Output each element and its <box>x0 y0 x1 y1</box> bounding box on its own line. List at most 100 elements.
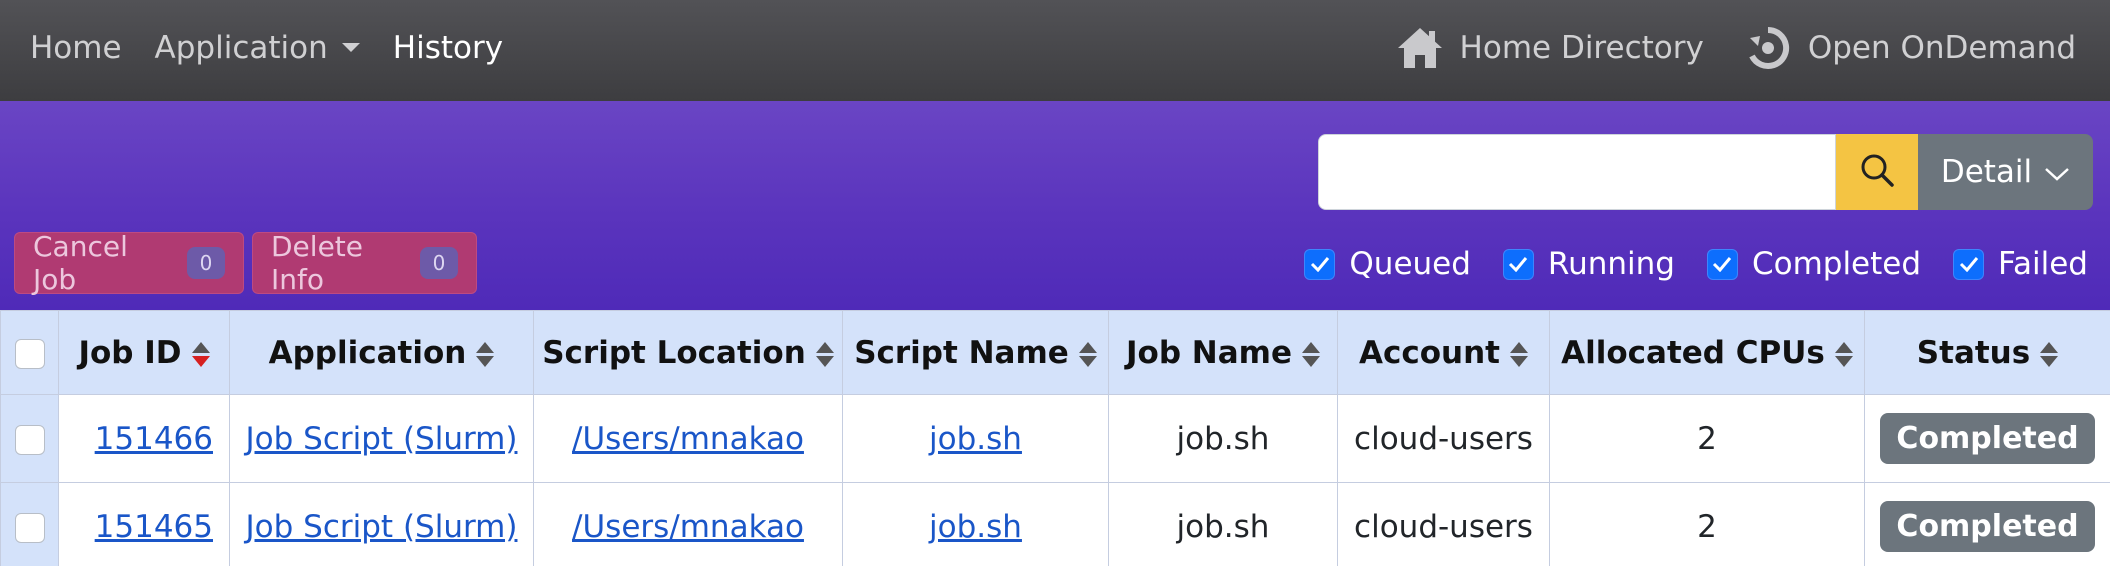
nav-application-label: Application <box>154 29 328 66</box>
script-name-cell: job.sh <box>842 482 1109 566</box>
job-id-link[interactable]: 151466 <box>95 421 213 457</box>
select-all-header <box>0 310 59 395</box>
col-label: Job ID <box>78 334 182 371</box>
top-navbar: Home Application History Home Directory … <box>0 0 2110 101</box>
home-directory-link[interactable]: Home Directory <box>1396 24 1704 72</box>
checkbox-checked-icon[interactable] <box>1706 248 1738 280</box>
nav-left: Home Application History <box>30 0 536 95</box>
col-job-name[interactable]: Job Name <box>1108 310 1338 395</box>
filter-running[interactable]: Running <box>1502 246 1675 282</box>
delete-info-button[interactable]: Delete Info 0 <box>252 230 477 296</box>
col-allocated-cpus[interactable]: Allocated CPUs <box>1549 310 1865 395</box>
house-icon <box>1396 24 1444 72</box>
filter-completed[interactable]: Completed <box>1706 246 1922 282</box>
sort-icon <box>476 341 495 367</box>
col-label: Status <box>1916 334 2031 371</box>
nav-history-link[interactable]: History <box>393 30 503 66</box>
jobs-table: Job ID Application Script Location Scrip… <box>0 310 2110 566</box>
sort-desc-icon <box>191 341 210 367</box>
table-row: 151465 Job Script (Slurm) /Users/mnakao … <box>0 482 2110 566</box>
checkbox-checked-icon[interactable] <box>1502 248 1534 280</box>
toolbar-banner: Detail Cancel Job 0 Delete Info 0 Queued… <box>0 101 2110 310</box>
col-job-id[interactable]: Job ID <box>58 310 230 395</box>
select-all-checkbox[interactable] <box>14 339 45 369</box>
delete-info-label: Delete Info <box>271 230 363 296</box>
home-directory-label: Home Directory <box>1459 29 1704 66</box>
account-cell: cloud-users <box>1337 394 1550 483</box>
table-row: 151466 Job Script (Slurm) /Users/mnakao … <box>0 394 2110 483</box>
status-cell: Completed <box>1864 394 2110 483</box>
sort-icon <box>2040 341 2059 367</box>
filter-queued-label: Queued <box>1349 246 1471 282</box>
job-id-link[interactable]: 151465 <box>95 509 213 545</box>
col-status[interactable]: Status <box>1864 310 2110 395</box>
col-script-name[interactable]: Script Name <box>842 310 1109 395</box>
cancel-job-label: Cancel Job <box>33 230 128 296</box>
script-name-cell: job.sh <box>842 394 1109 483</box>
col-script-location[interactable]: Script Location <box>533 310 843 395</box>
row-checkbox[interactable] <box>14 425 45 455</box>
application-link[interactable]: Job Script (Slurm) <box>246 509 518 545</box>
sort-icon <box>1302 341 1320 367</box>
application-cell: Job Script (Slurm) <box>229 482 534 566</box>
search-group: Detail <box>1318 134 2093 210</box>
cpus-cell: 2 <box>1549 482 1865 566</box>
delete-info-count-badge: 0 <box>420 247 458 279</box>
status-cell: Completed <box>1864 482 2110 566</box>
cpus-cell: 2 <box>1549 394 1865 483</box>
chevron-down-icon <box>2032 154 2070 190</box>
nav-home-link[interactable]: Home <box>30 30 122 66</box>
script-location-link[interactable]: /Users/mnakao <box>572 509 804 545</box>
checkbox-checked-icon[interactable] <box>1953 248 1985 280</box>
status-badge: Completed <box>1880 501 2095 552</box>
col-label: Script Location <box>542 334 806 371</box>
ondemand-logo-icon <box>1744 24 1792 72</box>
script-name-link[interactable]: job.sh <box>929 421 1022 457</box>
detail-dropdown-button[interactable]: Detail <box>1918 134 2093 210</box>
script-name-link[interactable]: job.sh <box>929 509 1022 545</box>
job-id-cell: 151465 <box>58 482 230 566</box>
script-location-link[interactable]: /Users/mnakao <box>572 421 804 457</box>
filter-queued[interactable]: Queued <box>1304 246 1471 282</box>
status-filters: Queued Running Completed Failed <box>1272 246 2088 282</box>
account-cell: cloud-users <box>1337 482 1550 566</box>
filter-failed[interactable]: Failed <box>1953 246 2088 282</box>
row-select-cell <box>0 394 59 483</box>
filter-failed-label: Failed <box>1998 246 2088 282</box>
row-checkbox[interactable] <box>14 513 45 543</box>
job-id-cell: 151466 <box>58 394 230 483</box>
filter-completed-label: Completed <box>1751 246 1922 282</box>
open-ondemand-link[interactable]: Open OnDemand <box>1744 24 2076 72</box>
col-label: Script Name <box>854 334 1069 371</box>
detail-label: Detail <box>1940 154 2033 190</box>
sort-icon <box>815 341 834 367</box>
open-ondemand-label: Open OnDemand <box>1807 29 2076 66</box>
job-name-cell: job.sh <box>1108 482 1338 566</box>
col-label: Account <box>1359 334 1500 371</box>
application-link[interactable]: Job Script (Slurm) <box>246 421 518 457</box>
filter-running-label: Running <box>1547 246 1675 282</box>
col-label: Job Name <box>1125 334 1292 371</box>
search-input[interactable] <box>1318 134 1836 210</box>
script-location-cell: /Users/mnakao <box>533 482 843 566</box>
script-location-cell: /Users/mnakao <box>533 394 843 483</box>
nav-application-dropdown[interactable]: Application <box>155 30 360 66</box>
col-label: Application <box>268 334 467 371</box>
sort-icon <box>1834 341 1853 367</box>
col-label: Allocated CPUs <box>1561 334 1825 371</box>
cancel-job-button[interactable]: Cancel Job 0 <box>14 230 244 296</box>
search-icon <box>1859 152 1895 192</box>
cancel-job-count-badge: 0 <box>187 247 225 279</box>
caret-down-icon <box>341 43 360 52</box>
sort-icon <box>1078 341 1097 367</box>
application-cell: Job Script (Slurm) <box>229 394 534 483</box>
search-button[interactable] <box>1836 134 1918 210</box>
sort-icon <box>1510 341 1528 367</box>
row-select-cell <box>0 482 59 566</box>
nav-right: Home Directory Open OnDemand <box>1356 0 2076 95</box>
col-account[interactable]: Account <box>1337 310 1550 395</box>
col-application[interactable]: Application <box>229 310 534 395</box>
checkbox-checked-icon[interactable] <box>1304 248 1336 280</box>
job-name-cell: job.sh <box>1108 394 1338 483</box>
table-header-row: Job ID Application Script Location Scrip… <box>0 310 2110 395</box>
